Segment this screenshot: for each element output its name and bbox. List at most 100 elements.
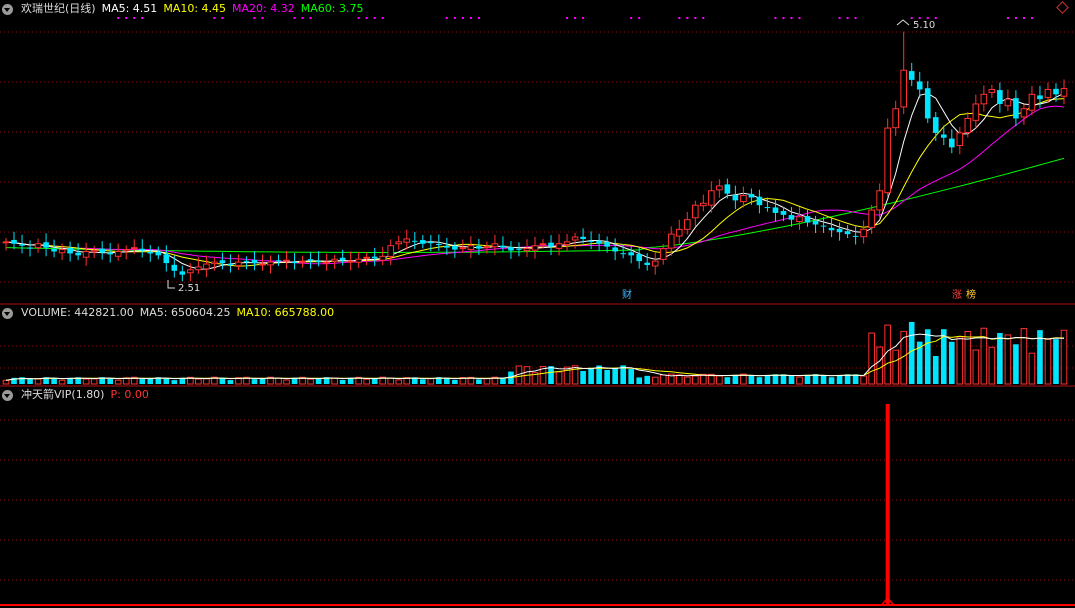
candle-body <box>243 260 250 262</box>
volume-bar <box>1053 339 1059 384</box>
volume-bar <box>788 375 795 384</box>
candle-body <box>363 256 370 259</box>
candle-body <box>476 246 482 249</box>
candle-body <box>620 253 626 255</box>
candle-body <box>997 90 1003 104</box>
volume-bar <box>387 377 395 385</box>
candle-body <box>195 266 202 271</box>
candle-body <box>628 252 634 256</box>
signal-dot <box>357 17 360 19</box>
volume-bar <box>997 332 1003 384</box>
volume-bar <box>227 380 234 384</box>
signal-dot <box>582 17 585 19</box>
candle-body <box>884 127 891 194</box>
candle-body <box>604 241 610 247</box>
candle-body <box>387 245 395 257</box>
signal-dot <box>445 17 448 19</box>
volume-bar <box>748 374 755 384</box>
candle-body <box>163 254 170 264</box>
candle-body <box>756 196 763 206</box>
signal-dot <box>141 17 144 19</box>
candle-body <box>251 259 258 264</box>
candle-body <box>1004 98 1012 107</box>
candle-body <box>900 69 908 108</box>
candle-body <box>436 244 442 246</box>
candle-body <box>1060 88 1068 97</box>
signal-dot <box>125 17 128 19</box>
candle-body <box>1053 88 1059 95</box>
volume-bar <box>932 356 939 384</box>
candle-body <box>700 202 707 207</box>
volume-bar <box>691 375 699 385</box>
candle-body <box>19 244 25 246</box>
volume-bar <box>651 376 659 385</box>
candle-body <box>724 184 731 194</box>
volume-bar <box>283 379 290 385</box>
candle-body <box>860 228 867 238</box>
volume-bar <box>555 371 563 385</box>
signal-dot <box>213 17 216 19</box>
volume-bar <box>419 379 426 384</box>
volume-bar <box>107 377 114 384</box>
chart-canvas <box>0 17 1075 606</box>
signal-dot <box>638 17 641 19</box>
volume-bar <box>571 365 579 385</box>
candle-body <box>58 249 66 254</box>
volume-bar <box>1013 344 1019 384</box>
volume-bar <box>90 378 98 385</box>
volume-bar <box>476 379 482 384</box>
candle-body <box>612 247 618 252</box>
volume-bar <box>1004 334 1012 385</box>
candle-body <box>852 235 859 237</box>
volume-bar <box>500 378 506 384</box>
candle-body <box>371 256 378 259</box>
volume-bar <box>659 374 667 385</box>
signal-dot <box>686 17 689 19</box>
candle-body <box>972 103 980 121</box>
volume-bar <box>1020 328 1028 385</box>
candle-body <box>1013 98 1019 119</box>
signal-dot <box>373 17 376 19</box>
volume-bar <box>171 380 178 384</box>
candle-body <box>748 193 755 198</box>
candle-body <box>379 255 387 261</box>
volume-bar <box>163 377 170 384</box>
high-marker <box>896 19 910 26</box>
signal-dot <box>774 17 777 19</box>
signal-dot <box>918 17 921 19</box>
volume-bar <box>452 379 458 384</box>
candle-body <box>828 227 835 231</box>
candle-body <box>796 216 803 223</box>
volume-bar <box>892 349 899 385</box>
candle-body <box>467 245 475 250</box>
candle-body <box>876 190 883 211</box>
volume-bar <box>1028 352 1036 385</box>
candle-body <box>75 252 81 256</box>
candle-body <box>892 108 899 129</box>
candle-body <box>307 259 314 261</box>
volume-bar <box>203 378 210 385</box>
candle-body <box>107 252 114 255</box>
candle-body <box>868 209 875 228</box>
candle-body <box>291 262 298 264</box>
candle-body <box>644 262 651 265</box>
candle-body <box>179 271 186 275</box>
candle-body <box>764 207 771 209</box>
candle-body <box>283 259 290 262</box>
candle-body <box>171 264 178 271</box>
signal-dot <box>469 17 472 19</box>
candle-body <box>395 241 403 245</box>
candle-body <box>548 242 554 247</box>
volume-bar <box>395 379 403 385</box>
candle-body <box>788 215 795 220</box>
candle-body <box>732 194 739 201</box>
volume-bar <box>251 379 258 384</box>
candle-body <box>491 243 499 248</box>
candle-body <box>211 261 218 265</box>
signal-dot <box>854 17 857 19</box>
candle-body <box>483 246 491 249</box>
candle-body <box>844 231 851 235</box>
signal-dot <box>838 17 841 19</box>
candle-body <box>34 243 42 249</box>
signal-dot <box>253 17 256 19</box>
